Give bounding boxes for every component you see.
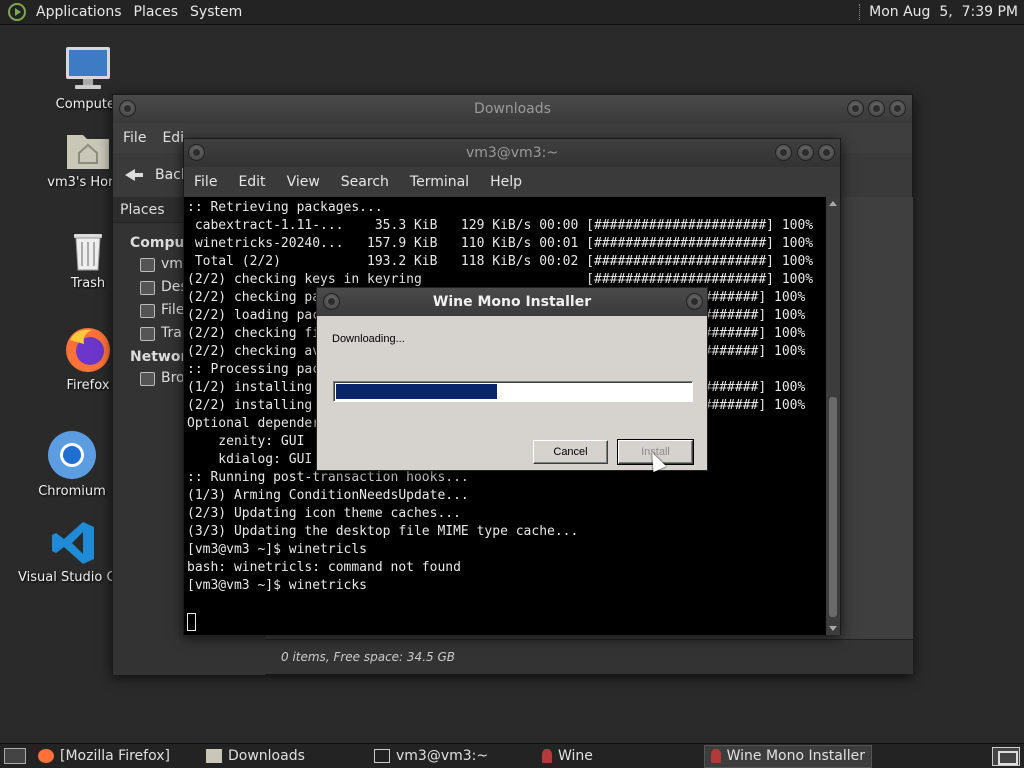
distro-logo-icon[interactable] [8, 3, 26, 21]
menu-search[interactable]: Search [341, 174, 389, 190]
menu-terminal[interactable]: Terminal [410, 174, 469, 190]
panel-menu: Applications Places System [0, 3, 248, 21]
task-firefox[interactable]: [Mozilla Firefox] [32, 745, 200, 768]
minimize-icon[interactable] [775, 144, 792, 161]
task-wine-mono-installer[interactable]: Wine Mono Installer [704, 744, 872, 768]
places-menu[interactable]: Places [128, 4, 185, 20]
network-icon [140, 371, 155, 386]
chromium-icon [48, 431, 96, 479]
scrollbar-thumb[interactable] [829, 397, 837, 617]
wine-dialog-title: Wine Mono Installer [432, 294, 592, 310]
downloads-title: Downloads [474, 101, 551, 117]
system-menu[interactable]: System [184, 4, 248, 20]
menu-edit[interactable]: Edit [238, 174, 265, 190]
task-label: Wine [558, 748, 593, 764]
bottom-taskbar: [Mozilla Firefox] Downloads vm3@vm3:~ Wi… [0, 743, 1024, 768]
menu-help[interactable]: Help [490, 174, 522, 190]
maximize-icon[interactable] [868, 100, 885, 117]
sidebar-item-label: File [161, 302, 185, 318]
panel-separator [859, 4, 861, 20]
top-panel: Applications Places System Mon Aug 5, 7:… [0, 0, 1024, 25]
terminal-line: bash: winetricls: command not found [187, 560, 461, 575]
show-desktop-icon[interactable] [4, 748, 26, 764]
scroll-up-icon[interactable] [829, 201, 837, 206]
close-icon[interactable] [686, 293, 703, 310]
firefox-icon [38, 749, 54, 763]
window-control-icon[interactable] [188, 144, 205, 161]
filesystem-icon [140, 303, 155, 318]
desktop-icon-label: Firefox [66, 378, 110, 393]
maximize-icon[interactable] [797, 144, 814, 161]
desktop-icon-chromium[interactable]: Chromium [17, 430, 127, 499]
progress-fill [336, 384, 498, 399]
sidebar-item-label: Bro [161, 370, 185, 386]
folder-icon [206, 749, 222, 763]
workspace-switcher-icon[interactable] [992, 746, 1020, 766]
terminal-line: Total (2/2) 193.2 KiB 118 KiB/s 00:02 [#… [187, 254, 814, 269]
terminal-line: cabextract-1.11-... 35.3 KiB 129 KiB/s 0… [187, 218, 814, 233]
task-label: Downloads [228, 748, 305, 764]
clock-area: Mon Aug 5, 7:39 PM [859, 4, 1024, 20]
terminal-line: (3/3) Updating the desktop file MIME typ… [187, 524, 579, 539]
status-bar: 0 items, Free space: 34.5 GB [265, 639, 913, 674]
menu-file[interactable]: File [194, 174, 217, 190]
terminal-titlebar[interactable]: vm3@vm3:~ [184, 139, 840, 167]
desktop-icon-label: Trash [70, 276, 106, 291]
task-label: vm3@vm3:~ [396, 748, 489, 764]
wine-dialog-titlebar[interactable]: Wine Mono Installer [317, 288, 707, 316]
wine-icon [542, 749, 552, 763]
vscode-icon [52, 522, 94, 564]
task-label: [Mozilla Firefox] [60, 748, 170, 764]
terminal-menubar: File Edit View Search Terminal Help [184, 167, 840, 197]
menu-file[interactable]: File [123, 130, 146, 146]
downloads-titlebar[interactable]: Downloads [113, 95, 912, 123]
desktop-icon-label: Computer [55, 97, 121, 112]
task-label: Wine Mono Installer [726, 748, 865, 764]
clock[interactable]: Mon Aug 5, 7:39 PM [869, 4, 1018, 20]
trash-icon [140, 326, 155, 341]
terminal-title: vm3@vm3:~ [465, 145, 559, 161]
applications-menu[interactable]: Applications [30, 4, 128, 20]
terminal-line: [vm3@vm3 ~]$ winetricks [187, 578, 368, 593]
back-arrow-icon[interactable] [123, 164, 145, 186]
wine-mono-installer-dialog[interactable]: Wine Mono Installer Downloading... Cance… [316, 287, 708, 471]
window-control-icon[interactable] [119, 100, 136, 117]
desktop-icon [140, 280, 155, 295]
desktop-icon-label: Chromium [38, 484, 106, 499]
terminal-line: (2/3) Updating icon theme caches... [187, 506, 461, 521]
wine-icon [711, 749, 721, 763]
firefox-icon [66, 328, 110, 372]
terminal-line: winetricks-20240... 157.9 KiB 110 KiB/s … [187, 236, 814, 251]
window-control-icon[interactable] [323, 293, 340, 310]
home-icon [140, 257, 155, 272]
terminal-line: [vm3@vm3 ~]$ winetricls [187, 542, 368, 557]
sidebar-item-label: Tra [161, 325, 182, 341]
download-status-text: Downloading... [332, 333, 405, 345]
terminal-line: :: Running post-transaction hooks... [187, 470, 469, 485]
menu-edit[interactable]: Edi [162, 130, 184, 146]
terminal-icon [374, 749, 390, 763]
terminal-line [187, 613, 826, 631]
minimize-icon[interactable] [847, 100, 864, 117]
terminal-line: (1/3) Arming ConditionNeedsUpdate... [187, 488, 469, 503]
scroll-down-icon[interactable] [829, 626, 837, 631]
task-terminal[interactable]: vm3@vm3:~ [368, 745, 536, 768]
terminal-cursor [187, 613, 196, 631]
close-icon[interactable] [889, 100, 906, 117]
download-progress-bar [333, 381, 693, 402]
monitor-icon [66, 47, 110, 89]
terminal-line: :: Retrieving packages... [187, 200, 383, 215]
terminal-scrollbar[interactable] [826, 197, 840, 635]
home-folder-icon [67, 135, 109, 169]
task-wine[interactable]: Wine [536, 745, 704, 768]
cancel-button[interactable]: Cancel [533, 440, 608, 464]
task-downloads[interactable]: Downloads [200, 745, 368, 768]
trash-icon [74, 234, 102, 271]
close-icon[interactable] [818, 144, 835, 161]
menu-view[interactable]: View [287, 174, 320, 190]
